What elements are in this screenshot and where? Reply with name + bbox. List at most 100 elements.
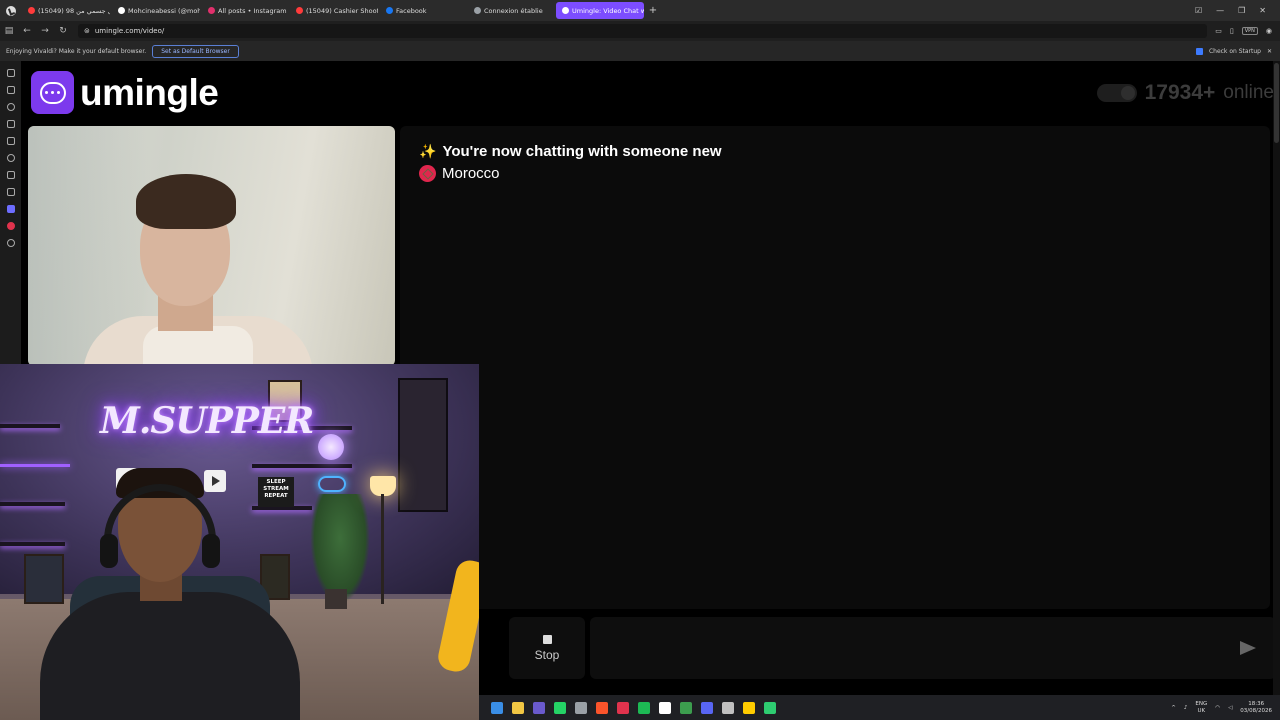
- tab-strip: (15049) 98 تحويل جسمي من Mohcineabessi (@…: [22, 2, 644, 19]
- downloads-panel-icon[interactable]: [6, 86, 15, 94]
- clock-time: 18:36: [1248, 700, 1265, 707]
- minimize-button[interactable]: —: [1216, 6, 1224, 15]
- panel-toggle-icon[interactable]: ▤: [0, 26, 18, 36]
- stop-button[interactable]: Stop: [509, 617, 585, 679]
- tab-favicon-icon: [474, 7, 481, 14]
- check-on-startup-checkbox[interactable]: [1195, 47, 1203, 55]
- morocco-flag-icon: [419, 165, 436, 182]
- taskbar-app-icon[interactable]: [617, 701, 629, 714]
- tab-favicon-icon: [386, 7, 393, 14]
- window-controls: ☑ — ❐ ✕: [1195, 6, 1280, 15]
- stranger-country: Morocco: [419, 165, 500, 182]
- vpn-button[interactable]: VPN: [1241, 27, 1258, 35]
- taskbar-apps: [479, 701, 776, 714]
- chat-bubble-logo-icon: [31, 71, 74, 114]
- extensions-icon[interactable]: ☑: [1195, 6, 1202, 15]
- taskbar-app-icon[interactable]: [596, 701, 608, 714]
- mail-panel-icon[interactable]: [6, 188, 15, 196]
- close-notification-icon[interactable]: ✕: [1267, 48, 1272, 55]
- translate-panel-icon[interactable]: [6, 137, 15, 145]
- taskbar-app-icon[interactable]: [722, 701, 734, 714]
- online-count: 17934+: [1144, 81, 1216, 104]
- taskbar-app-icon[interactable]: [491, 701, 503, 714]
- wifi-icon[interactable]: ◠: [1215, 705, 1220, 711]
- clock-date: 03/08/2026: [1240, 707, 1272, 714]
- vivaldi-menu-button[interactable]: [0, 0, 22, 21]
- microphone-icon[interactable]: ♪: [1184, 705, 1188, 711]
- browser-tab[interactable]: (15049) Cashier Shoots for: [290, 2, 378, 19]
- vivaldi-social-icon[interactable]: [6, 222, 15, 230]
- history-panel-icon[interactable]: [6, 103, 15, 111]
- site-info-icon[interactable]: ⊜: [84, 27, 90, 35]
- system-tray: ^ ♪ ENG UK ◠ ◁ 18:36 03/08/2026: [1171, 701, 1280, 715]
- clock[interactable]: 18:36 03/08/2026: [1240, 701, 1272, 715]
- url-text: umingle.com/video/: [94, 27, 165, 35]
- url-field[interactable]: ⊜ umingle.com/video/: [78, 24, 1208, 38]
- tab-favicon-icon: [28, 7, 35, 14]
- back-button[interactable]: ←: [18, 26, 36, 36]
- taskbar-app-icon[interactable]: [554, 701, 566, 714]
- logo-text: umingle: [80, 71, 219, 113]
- tab-label: (15049) 98 تحويل جسمي من: [38, 6, 110, 15]
- camera-icon[interactable]: ▭: [1215, 27, 1222, 35]
- taskbar-app-icon[interactable]: [575, 701, 587, 714]
- theme-toggle[interactable]: [1096, 84, 1137, 102]
- tab-label: Umingle: Video Chat with: [572, 6, 644, 15]
- chat-status-text: You're now chatting with someone new: [442, 143, 722, 160]
- taskbar-app-icon[interactable]: [638, 701, 650, 714]
- taskbar-app-icon[interactable]: [659, 701, 671, 714]
- sleep-stream-repeat-sign: SLEEP STREAM REPEAT: [258, 477, 294, 507]
- stop-icon: [542, 634, 552, 644]
- chat-status-message: ✨ You're now chatting with someone new: [419, 143, 722, 160]
- browser-tab[interactable]: All posts • Instagram: [202, 2, 288, 19]
- taskbar-app-icon[interactable]: [512, 701, 524, 714]
- browser-tab[interactable]: Facebook: [380, 2, 466, 19]
- language-indicator[interactable]: ENG UK: [1195, 701, 1207, 715]
- language-code: ENG: [1195, 700, 1208, 707]
- add-web-panel-icon[interactable]: [6, 239, 15, 247]
- screen: (15049) 98 تحويل جسمي من Mohcineabessi (@…: [0, 0, 1280, 720]
- window-panel-icon[interactable]: [6, 171, 15, 179]
- chat-panel: ✨ You're now chatting with someone new M…: [400, 126, 1270, 609]
- taskbar-app-icon[interactable]: [764, 701, 776, 714]
- volume-icon[interactable]: ◁: [1228, 705, 1232, 711]
- taskbar-app-icon[interactable]: [701, 701, 713, 714]
- tab-favicon-icon: [118, 7, 125, 14]
- notification-text: Enjoying Vivaldi? Make it your default b…: [6, 47, 147, 55]
- browser-tab[interactable]: (15049) 98 تحويل جسمي من: [22, 2, 110, 19]
- browser-tab[interactable]: Umingle: Video Chat with: [556, 2, 644, 19]
- message-input[interactable]: [590, 617, 1276, 679]
- mastodon-panel-icon[interactable]: [6, 205, 15, 213]
- check-on-startup-label: Check on Startup: [1208, 47, 1261, 55]
- bookmarks-panel-icon[interactable]: [6, 69, 15, 77]
- taskbar-app-icon[interactable]: [533, 701, 545, 714]
- restore-button[interactable]: ❐: [1238, 6, 1245, 15]
- browser-tab[interactable]: Mohcineabessi (@mohcine: [112, 2, 200, 19]
- default-browser-notification: Enjoying Vivaldi? Make it your default b…: [0, 41, 1280, 61]
- language-region: UK: [1197, 707, 1206, 714]
- browser-tab-bar: (15049) 98 تحويل جسمي من Mohcineabessi (@…: [0, 0, 1280, 21]
- new-tab-button[interactable]: +: [644, 5, 662, 16]
- vivaldi-logo-icon: [6, 5, 16, 16]
- reload-button[interactable]: ↻: [54, 26, 72, 36]
- browser-tab[interactable]: Connexion établie: [468, 2, 554, 19]
- reading-list-icon[interactable]: [6, 154, 15, 162]
- tab-label: (15049) Cashier Shoots for: [306, 6, 378, 15]
- bookmark-icon[interactable]: ▯: [1230, 27, 1234, 35]
- stop-label: Stop: [534, 647, 560, 662]
- taskbar-app-icon[interactable]: [743, 701, 755, 714]
- close-window-button[interactable]: ✕: [1259, 6, 1266, 15]
- forward-button[interactable]: →: [36, 26, 54, 36]
- profile-icon[interactable]: ◉: [1266, 27, 1272, 35]
- send-icon[interactable]: [1240, 641, 1256, 655]
- online-counter: 17934+ online: [1096, 81, 1274, 105]
- set-default-browser-button[interactable]: Set as Default Browser: [152, 44, 239, 58]
- page-scrollbar[interactable]: [1273, 61, 1280, 695]
- sparkles-icon: ✨: [419, 143, 437, 159]
- tray-overflow-icon[interactable]: ^: [1171, 705, 1176, 711]
- taskbar-app-icon[interactable]: [680, 701, 692, 714]
- notes-panel-icon[interactable]: [6, 120, 15, 128]
- address-bar-actions: ▭ ▯ VPN ◉: [1215, 27, 1280, 35]
- umingle-logo[interactable]: umingle: [31, 71, 219, 114]
- address-bar: ▤ ← → ↻ ⊜ umingle.com/video/ ▭ ▯ VPN ◉: [0, 21, 1280, 41]
